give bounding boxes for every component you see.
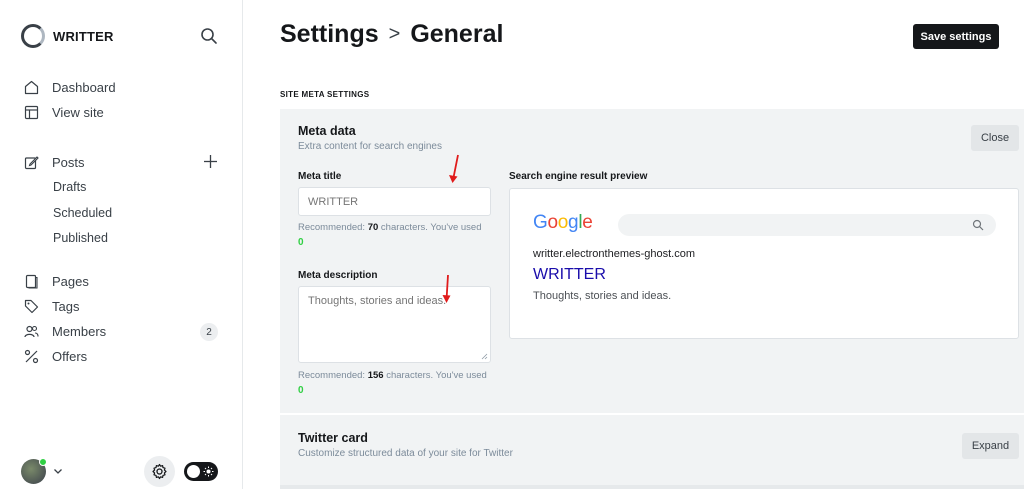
meta-title-hint: Recommended: 70 characters. You've used (298, 222, 482, 233)
page-title: Settings > General (280, 20, 503, 49)
sidebar-item-tags[interactable]: Tags (24, 297, 79, 315)
meta-description-hint: Recommended: 156 characters. You've used (298, 370, 487, 381)
hint-suffix: characters. You've used (383, 370, 487, 381)
expand-button[interactable]: Expand (962, 433, 1019, 459)
google-logo-icon: Google (533, 212, 593, 233)
toggle-knob (187, 465, 200, 478)
percent-icon (24, 349, 39, 363)
sidebar-item-offers[interactable]: Offers (24, 347, 87, 365)
site-name: WRITTER (53, 28, 114, 44)
gear-icon (152, 463, 167, 480)
sidebar: WRITTER Dashboard View site Posts Drafts… (0, 0, 243, 489)
meta-title-used-count: 0 (298, 237, 304, 248)
panel-subtitle: Customize structured data of your site f… (298, 448, 513, 459)
sidebar-item-pages[interactable]: Pages (24, 272, 89, 290)
meta-data-panel: Meta data Extra content for search engin… (280, 109, 1024, 413)
preview-url: writter.electronthemes-ghost.com (533, 248, 696, 260)
sidebar-item-dashboard[interactable]: Dashboard (24, 78, 116, 96)
meta-description-wrapper (298, 286, 491, 363)
sidebar-item-posts[interactable]: Posts (24, 153, 85, 171)
edit-icon (24, 155, 39, 169)
sidebar-item-label: View site (52, 104, 104, 120)
sidebar-item-drafts[interactable]: Drafts (53, 180, 86, 194)
panel-subtitle: Extra content for search engines (298, 141, 442, 152)
preview-label: Search engine result preview (509, 171, 648, 182)
meta-title-label: Meta title (298, 171, 342, 182)
sidebar-item-view-site[interactable]: View site (24, 103, 104, 121)
preview-title: WRITTER (533, 266, 606, 283)
dark-mode-toggle[interactable] (184, 462, 218, 481)
pages-icon (25, 274, 38, 289)
twitter-card-panel: Twitter card Customize structured data o… (280, 415, 1024, 489)
sun-icon (203, 466, 214, 477)
hint-suffix: characters. You've used (378, 222, 482, 233)
search-icon (972, 219, 984, 231)
sidebar-item-members[interactable]: Members (24, 322, 106, 340)
chevron-down-icon[interactable] (53, 466, 63, 476)
search-preview-card: Google writter.electronthemes-ghost.com … (509, 188, 1019, 339)
members-count-badge: 2 (200, 323, 218, 341)
recommended-count: 70 (367, 222, 379, 233)
section-title: SITE META SETTINGS (280, 90, 370, 99)
divider (280, 485, 1024, 489)
breadcrumb-general: General (410, 20, 504, 48)
settings-button[interactable] (144, 456, 175, 487)
close-button[interactable]: Close (971, 125, 1019, 151)
sidebar-item-label: Posts (52, 154, 85, 170)
resize-handle-icon[interactable] (481, 353, 488, 360)
sidebar-item-label: Members (52, 323, 107, 339)
sidebar-item-published[interactable]: Published (53, 231, 108, 245)
hint-prefix: Recommended: (298, 370, 368, 381)
sidebar-item-label: Pages (52, 273, 89, 289)
layout-icon (24, 105, 39, 119)
annotation-arrow-icon (449, 154, 459, 183)
save-settings-button[interactable]: Save settings (913, 24, 999, 49)
panel-title: Meta data (298, 124, 356, 138)
sidebar-item-label: Dashboard (52, 79, 116, 95)
sidebar-item-scheduled[interactable]: Scheduled (53, 206, 112, 220)
breadcrumb-separator: > (388, 23, 401, 45)
annotation-arrow-icon (442, 274, 451, 303)
meta-description-used-count: 0 (298, 385, 304, 396)
tag-icon (24, 299, 39, 313)
breadcrumb-settings[interactable]: Settings (280, 20, 379, 49)
meta-title-input[interactable] (298, 187, 491, 216)
sidebar-item-label: Tags (52, 298, 80, 314)
add-post-icon[interactable] (203, 154, 218, 169)
google-search-bar (618, 214, 996, 236)
search-icon[interactable] (200, 27, 218, 45)
brand[interactable]: WRITTER (21, 24, 114, 48)
recommended-count: 156 (367, 370, 384, 381)
app-root: WRITTER Dashboard View site Posts Drafts… (0, 0, 1024, 489)
meta-description-input[interactable] (298, 286, 491, 363)
online-status-dot (39, 458, 47, 466)
panel-title: Twitter card (298, 431, 368, 445)
site-logo-icon (21, 24, 45, 48)
preview-description: Thoughts, stories and ideas. (533, 290, 672, 302)
home-icon (24, 80, 39, 94)
meta-description-label: Meta description (298, 270, 378, 281)
hint-prefix: Recommended: (298, 222, 368, 233)
sidebar-item-label: Offers (52, 348, 88, 364)
user-avatar[interactable] (21, 458, 47, 484)
members-icon (24, 325, 39, 337)
